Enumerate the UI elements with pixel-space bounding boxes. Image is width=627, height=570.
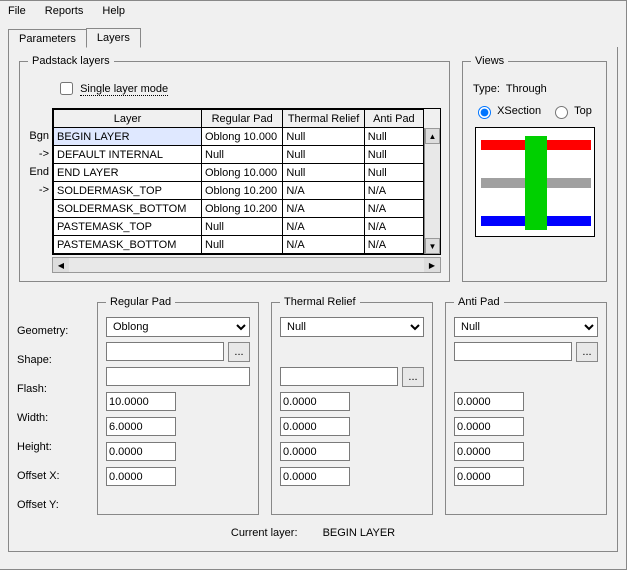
menu-file[interactable]: File: [0, 3, 34, 19]
regular-height-input[interactable]: [106, 417, 176, 436]
xsection-preview: [475, 127, 595, 237]
layers-table[interactable]: Layer Regular Pad Thermal Relief Anti Pa…: [53, 109, 424, 254]
current-layer-label: Current layer:: [231, 527, 298, 539]
views-type-label: Type:: [473, 83, 500, 95]
regular-pad-legend: Regular Pad: [106, 296, 175, 308]
thermal-flash-browse-button[interactable]: ...: [402, 367, 424, 387]
row-label: [28, 235, 52, 253]
offx-label: Offset X:: [17, 465, 87, 486]
row-label: [28, 217, 52, 235]
anti-pad-legend: Anti Pad: [454, 296, 504, 308]
vertical-scrollbar[interactable]: ▲ ▼: [424, 128, 440, 254]
table-row[interactable]: SOLDERMASK_BOTTOM Oblong 10.200 N/A N/A: [54, 200, 424, 218]
col-anti[interactable]: Anti Pad: [364, 110, 423, 128]
padstack-layers-group: Padstack layers Single layer mode Bgn ->…: [19, 55, 450, 282]
current-layer-value: BEGIN LAYER: [323, 527, 396, 539]
layers-panel: Padstack layers Single layer mode Bgn ->…: [8, 47, 618, 552]
table-row[interactable]: BEGIN LAYER Oblong 10.000 Null Null: [54, 128, 424, 146]
table-row[interactable]: DEFAULT INTERNAL Null Null Null: [54, 146, 424, 164]
top-radio[interactable]: [555, 106, 568, 119]
anti-pad-group: Anti Pad Null ...: [445, 296, 607, 515]
row-label: [28, 199, 52, 217]
flash-label: Flash:: [17, 378, 87, 399]
views-type-value: Through: [506, 83, 547, 95]
table-row[interactable]: PASTEMASK_BOTTOM Null N/A N/A: [54, 236, 424, 254]
menu-help[interactable]: Help: [94, 3, 133, 19]
row-label: ->: [28, 145, 52, 163]
col-thermal[interactable]: Thermal Relief: [283, 110, 364, 128]
row-label: Bgn: [28, 127, 52, 145]
current-layer-row: Current layer: BEGIN LAYER: [17, 527, 609, 539]
horizontal-scrollbar[interactable]: ◀ ▶: [52, 257, 441, 273]
scroll-down-icon[interactable]: ▼: [425, 238, 440, 254]
regular-geometry-select[interactable]: Oblong: [106, 317, 250, 337]
layers-table-wrap: Layer Regular Pad Thermal Relief Anti Pa…: [52, 108, 441, 255]
height-label: Height:: [17, 436, 87, 457]
regular-flash-input[interactable]: [106, 367, 250, 386]
tab-layers[interactable]: Layers: [86, 28, 141, 48]
scroll-left-icon[interactable]: ◀: [53, 258, 69, 272]
xsection-radio[interactable]: [478, 106, 491, 119]
xsection-radio-label[interactable]: XSection: [473, 105, 544, 117]
thermal-width-input[interactable]: [280, 392, 350, 411]
table-row[interactable]: END LAYER Oblong 10.000 Null Null: [54, 164, 424, 182]
row-label-column: Bgn -> End ->: [28, 127, 52, 255]
thermal-flash-input[interactable]: [280, 367, 398, 386]
menubar: File Reports Help: [0, 1, 626, 23]
views-group: Views Type: Through XSection Top: [462, 55, 607, 282]
anti-width-input[interactable]: [454, 392, 524, 411]
thermal-relief-group: Thermal Relief Null ...: [271, 296, 433, 515]
regular-shape-browse-button[interactable]: ...: [228, 342, 250, 362]
tabs: Parameters Layers: [8, 27, 618, 48]
regular-width-input[interactable]: [106, 392, 176, 411]
scroll-right-icon[interactable]: ▶: [424, 258, 440, 272]
anti-shape-input[interactable]: [454, 342, 572, 361]
regular-offy-input[interactable]: [106, 467, 176, 486]
anti-shape-browse-button[interactable]: ...: [576, 342, 598, 362]
geometry-label: Geometry:: [17, 320, 87, 341]
regular-shape-input[interactable]: [106, 342, 224, 361]
table-row[interactable]: SOLDERMASK_TOP Oblong 10.200 N/A N/A: [54, 182, 424, 200]
row-label: ->: [28, 181, 52, 199]
regular-pad-group: Regular Pad Oblong ...: [97, 296, 259, 515]
anti-offy-input[interactable]: [454, 467, 524, 486]
thermal-geometry-select[interactable]: Null: [280, 317, 424, 337]
tab-parameters[interactable]: Parameters: [8, 29, 87, 48]
thermal-relief-legend: Thermal Relief: [280, 296, 360, 308]
menu-reports[interactable]: Reports: [37, 3, 92, 19]
anti-offx-input[interactable]: [454, 442, 524, 461]
shape-label: Shape:: [17, 349, 87, 370]
thermal-offx-input[interactable]: [280, 442, 350, 461]
anti-height-input[interactable]: [454, 417, 524, 436]
col-regular[interactable]: Regular Pad: [202, 110, 283, 128]
anti-geometry-select[interactable]: Null: [454, 317, 598, 337]
field-labels-column: Geometry: Shape: Flash: Width: Height: O…: [17, 320, 87, 515]
row-label: End: [28, 163, 52, 181]
width-label: Width:: [17, 407, 87, 428]
col-layer[interactable]: Layer: [54, 110, 202, 128]
padstack-layers-legend: Padstack layers: [28, 55, 114, 67]
offy-label: Offset Y:: [17, 494, 87, 515]
regular-offx-input[interactable]: [106, 442, 176, 461]
views-legend: Views: [471, 55, 508, 67]
single-layer-mode-checkbox[interactable]: [60, 82, 73, 95]
scroll-up-icon[interactable]: ▲: [425, 128, 440, 144]
single-layer-mode-label[interactable]: Single layer mode: [80, 83, 168, 96]
thermal-offy-input[interactable]: [280, 467, 350, 486]
top-radio-label[interactable]: Top: [550, 105, 592, 117]
app-window: File Reports Help Parameters Layers Pads…: [0, 0, 627, 570]
thermal-height-input[interactable]: [280, 417, 350, 436]
table-row[interactable]: PASTEMASK_TOP Null N/A N/A: [54, 218, 424, 236]
